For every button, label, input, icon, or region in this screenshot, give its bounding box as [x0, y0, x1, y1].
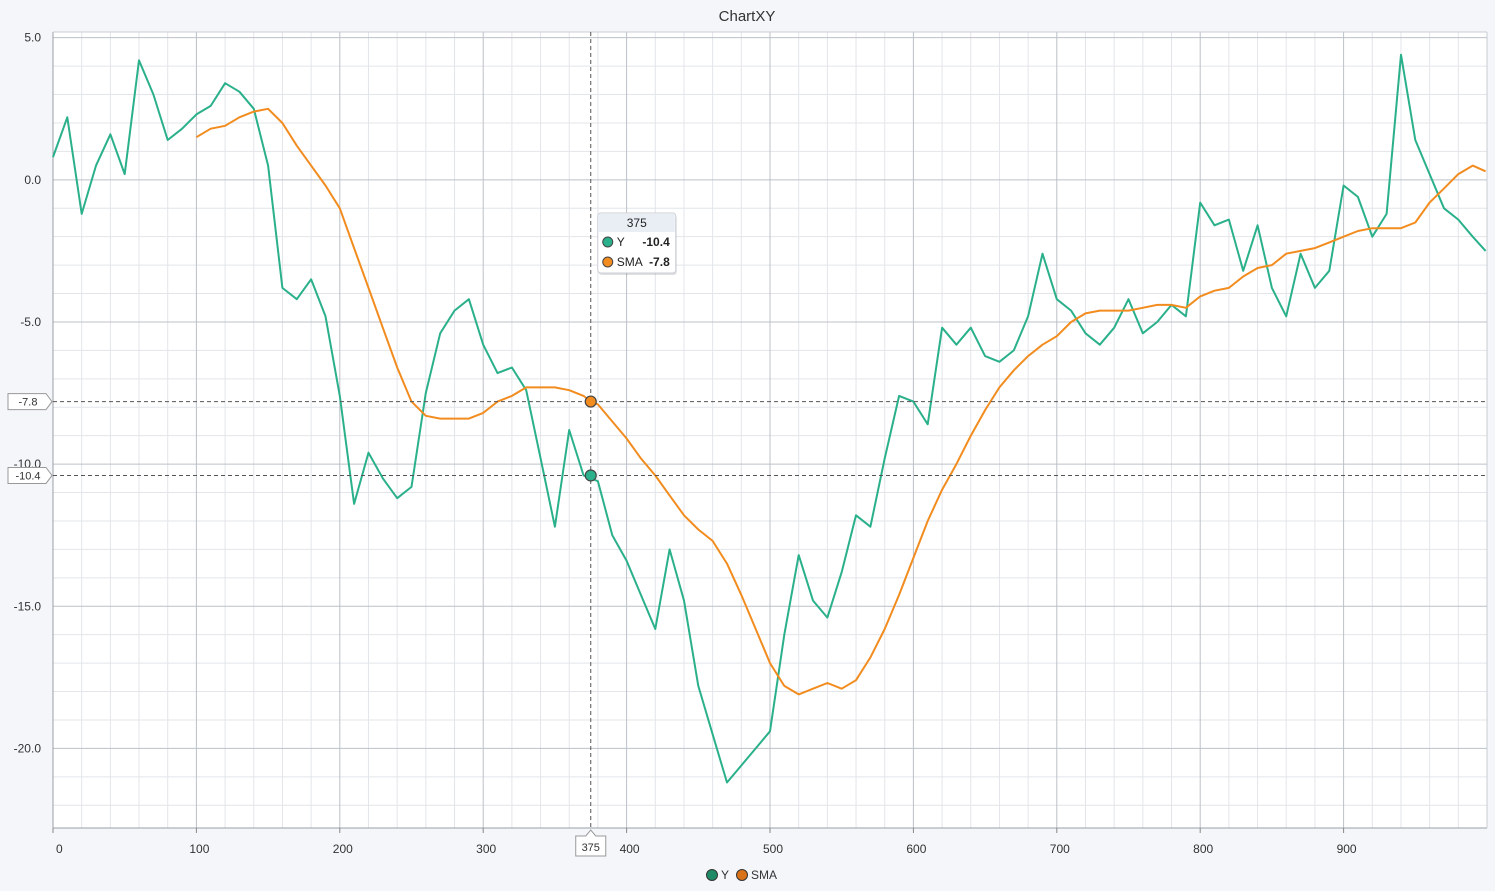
x-tick-label: 500: [763, 842, 783, 856]
y-tick-label: -20.0: [14, 741, 42, 755]
x-tick-label: 800: [1193, 842, 1213, 856]
y-cursor-label-text: -7.8: [19, 397, 38, 409]
x-tick-label: 300: [476, 842, 496, 856]
y-tick-label: 5.0: [24, 31, 41, 45]
y-tick-label: 0.0: [24, 173, 41, 187]
legend-marker-sma: [736, 869, 748, 881]
chart-svg[interactable]: ChartXY 0 100 200 300 400 500 600 700 800 900 5.0…: [0, 0, 1495, 891]
y-tick-label: -5.0: [20, 315, 41, 329]
x-tick-label: 100: [189, 842, 209, 856]
x-tick-label: 200: [333, 842, 353, 856]
x-tick-label: 400: [620, 842, 640, 856]
tooltip-marker-y: [602, 236, 614, 248]
x-tick-label: 900: [1337, 842, 1357, 856]
legend-label-sma: SMA: [751, 868, 777, 882]
x-tick-label: 700: [1050, 842, 1070, 856]
tooltip-series-value: -10.4: [642, 235, 670, 249]
tooltip-marker-sma: [602, 256, 614, 268]
tooltip-series-name: SMA: [617, 255, 643, 269]
x-tick-label: 600: [906, 842, 926, 856]
cursor-point-sma: [584, 395, 597, 408]
y-cursor-label-text: -10.4: [15, 470, 40, 482]
tooltip-series-name: Y: [617, 235, 625, 249]
y-tick-label: -15.0: [14, 599, 42, 613]
chart-container: ChartXY 0 100 200 300 400 500 600 700 800 900 5.0…: [0, 0, 1495, 891]
legend-label-y: Y: [721, 868, 729, 882]
tooltip-series-value: -7.8: [649, 255, 670, 269]
chart-title: ChartXY: [719, 8, 776, 25]
tooltip-title: 375: [627, 216, 647, 230]
x-tick-label: 0: [56, 842, 63, 856]
cursor-point-y: [584, 469, 597, 482]
x-cursor-label-text: 375: [582, 842, 600, 854]
legend-marker-y: [706, 869, 718, 881]
